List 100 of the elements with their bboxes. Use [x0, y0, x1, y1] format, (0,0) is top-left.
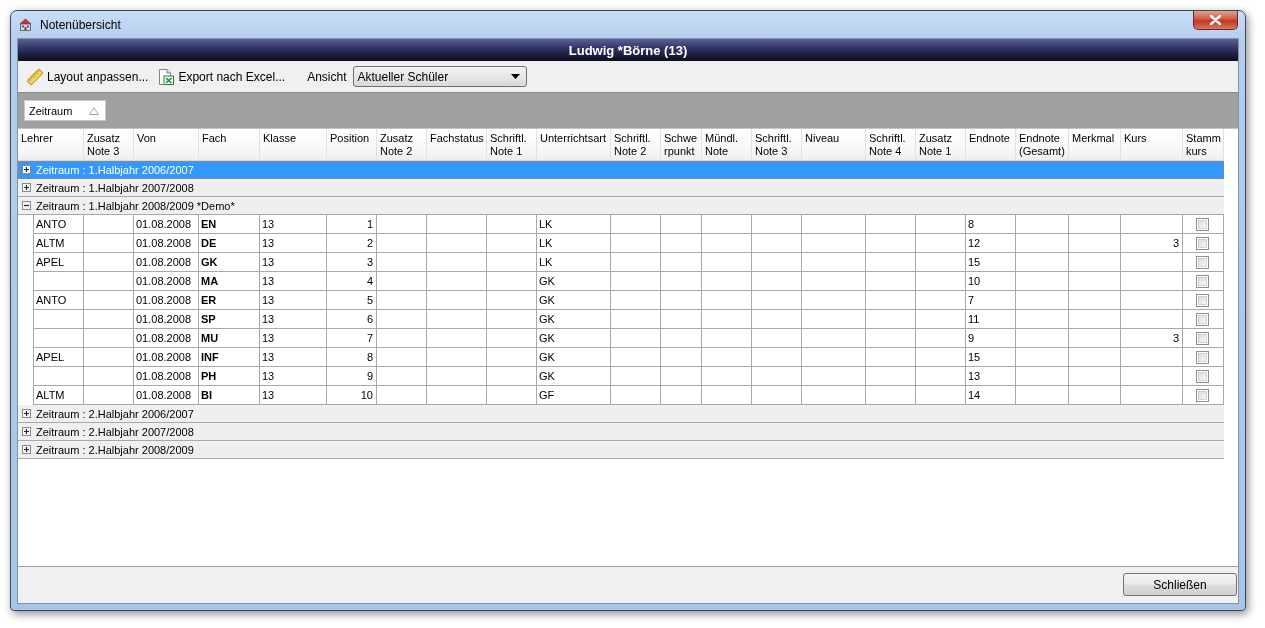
column-header[interactable]: Von	[134, 129, 199, 161]
column-header[interactable]: Mündl. Note	[702, 129, 752, 161]
table-cell	[866, 234, 916, 253]
table-cell: 3	[1121, 329, 1183, 348]
table-cell	[611, 329, 661, 348]
column-header[interactable]: Schriftl. Note 2	[611, 129, 661, 161]
column-header[interactable]: Schriftl. Note 3	[752, 129, 802, 161]
table-cell: GK	[537, 348, 611, 367]
table-cell	[1016, 291, 1069, 310]
table-cell	[1069, 291, 1121, 310]
checkbox[interactable]	[1196, 236, 1209, 250]
table-cell	[427, 272, 487, 291]
column-header[interactable]: Merkmal	[1069, 129, 1121, 161]
export-button[interactable]: Export nach Excel...	[156, 66, 288, 87]
table-cell: ANTO	[33, 215, 84, 234]
table-cell	[84, 348, 134, 367]
table-cell	[916, 367, 966, 386]
table-cell: ER	[199, 291, 260, 310]
column-header[interactable]: Zusatz Note 2	[377, 129, 427, 161]
table-cell	[702, 291, 752, 310]
table-cell	[377, 348, 427, 367]
table-cell	[1069, 348, 1121, 367]
checkbox[interactable]	[1196, 350, 1209, 364]
minus-icon[interactable]	[22, 201, 31, 210]
table-cell	[1016, 310, 1069, 329]
table-cell: 01.08.2008	[134, 348, 199, 367]
group-by-chip[interactable]: Zeitraum	[24, 100, 106, 121]
checkbox[interactable]	[1196, 388, 1209, 402]
column-header[interactable]: Fach	[199, 129, 260, 161]
table-cell: 01.08.2008	[134, 329, 199, 348]
table-cell	[427, 253, 487, 272]
column-header[interactable]: Lehrer	[18, 129, 84, 161]
group-row[interactable]: Zeitraum : 2.Halbjahr 2007/2008	[18, 423, 1224, 441]
group-row[interactable]: Zeitraum : 1.Halbjahr 2007/2008	[18, 179, 1224, 197]
column-header[interactable]: Schwe rpunkt	[661, 129, 702, 161]
table-cell	[33, 367, 84, 386]
table-cell: 10	[966, 272, 1016, 291]
table-cell: 13	[260, 329, 327, 348]
column-header[interactable]: Zusatz Note 1	[916, 129, 966, 161]
table-cell	[1016, 253, 1069, 272]
column-header[interactable]: Unterrichtsart	[537, 129, 611, 161]
table-cell	[752, 234, 802, 253]
table-cell	[84, 234, 134, 253]
column-header[interactable]: Schriftl. Note 4	[866, 129, 916, 161]
plus-icon[interactable]	[22, 165, 31, 174]
table-cell	[802, 291, 866, 310]
layout-button[interactable]: Layout anpassen...	[25, 66, 151, 87]
table-cell	[661, 329, 702, 348]
checkbox[interactable]	[1196, 217, 1209, 231]
table-cell	[866, 291, 916, 310]
table-cell	[84, 367, 134, 386]
column-header[interactable]: Fachstatus	[427, 129, 487, 161]
column-header[interactable]: Schriftl. Note 1	[487, 129, 537, 161]
table-cell	[916, 310, 966, 329]
group-row[interactable]: Zeitraum : 2.Halbjahr 2008/2009	[18, 441, 1224, 459]
column-header[interactable]: Endnote (Gesamt)	[1016, 129, 1069, 161]
table-cell	[866, 272, 916, 291]
house-icon	[19, 18, 32, 31]
view-dropdown[interactable]: Aktueller Schüler	[352, 66, 527, 87]
column-header[interactable]: Endnote	[966, 129, 1016, 161]
checkbox[interactable]	[1196, 293, 1209, 307]
table-cell: LK	[537, 234, 611, 253]
close-icon	[1210, 15, 1221, 25]
table-cell	[802, 272, 866, 291]
table-cell	[377, 215, 427, 234]
close-button[interactable]	[1193, 11, 1238, 30]
student-header: Ludwig *Börne (13)	[18, 39, 1238, 61]
checkbox[interactable]	[1196, 369, 1209, 383]
checkbox[interactable]	[1196, 331, 1209, 345]
table-cell: EN	[199, 215, 260, 234]
column-header[interactable]: Position	[327, 129, 377, 161]
plus-icon[interactable]	[22, 409, 31, 418]
table-cell	[802, 215, 866, 234]
column-header[interactable]: Klasse	[260, 129, 327, 161]
column-header[interactable]: Zusatz Note 3	[84, 129, 134, 161]
close-dialog-button[interactable]: Schließen	[1123, 573, 1237, 596]
table-cell: GK	[537, 310, 611, 329]
table-cell	[661, 348, 702, 367]
window-title: Notenübersicht	[40, 17, 121, 32]
table-cell	[611, 215, 661, 234]
plus-icon[interactable]	[22, 427, 31, 436]
table-cell: 6	[327, 310, 377, 329]
plus-icon[interactable]	[22, 183, 31, 192]
checkbox[interactable]	[1196, 255, 1209, 269]
table-cell	[427, 215, 487, 234]
column-header[interactable]: Stamm kurs	[1183, 129, 1224, 161]
table-cell	[866, 253, 916, 272]
column-header[interactable]: Niveau	[802, 129, 866, 161]
group-row[interactable]: Zeitraum : 2.Halbjahr 2006/2007	[18, 405, 1224, 423]
table-cell	[487, 215, 537, 234]
checkbox[interactable]	[1196, 312, 1209, 326]
table-cell	[1069, 215, 1121, 234]
table-cell	[377, 291, 427, 310]
table-cell	[1069, 329, 1121, 348]
table-cell: APEL	[33, 253, 84, 272]
table-cell	[866, 348, 916, 367]
checkbox[interactable]	[1196, 274, 1209, 288]
column-header[interactable]: Kurs	[1121, 129, 1183, 161]
group-row[interactable]: Zeitraum : 1.Halbjahr 2008/2009 *Demo*	[18, 197, 1224, 215]
plus-icon[interactable]	[22, 445, 31, 454]
